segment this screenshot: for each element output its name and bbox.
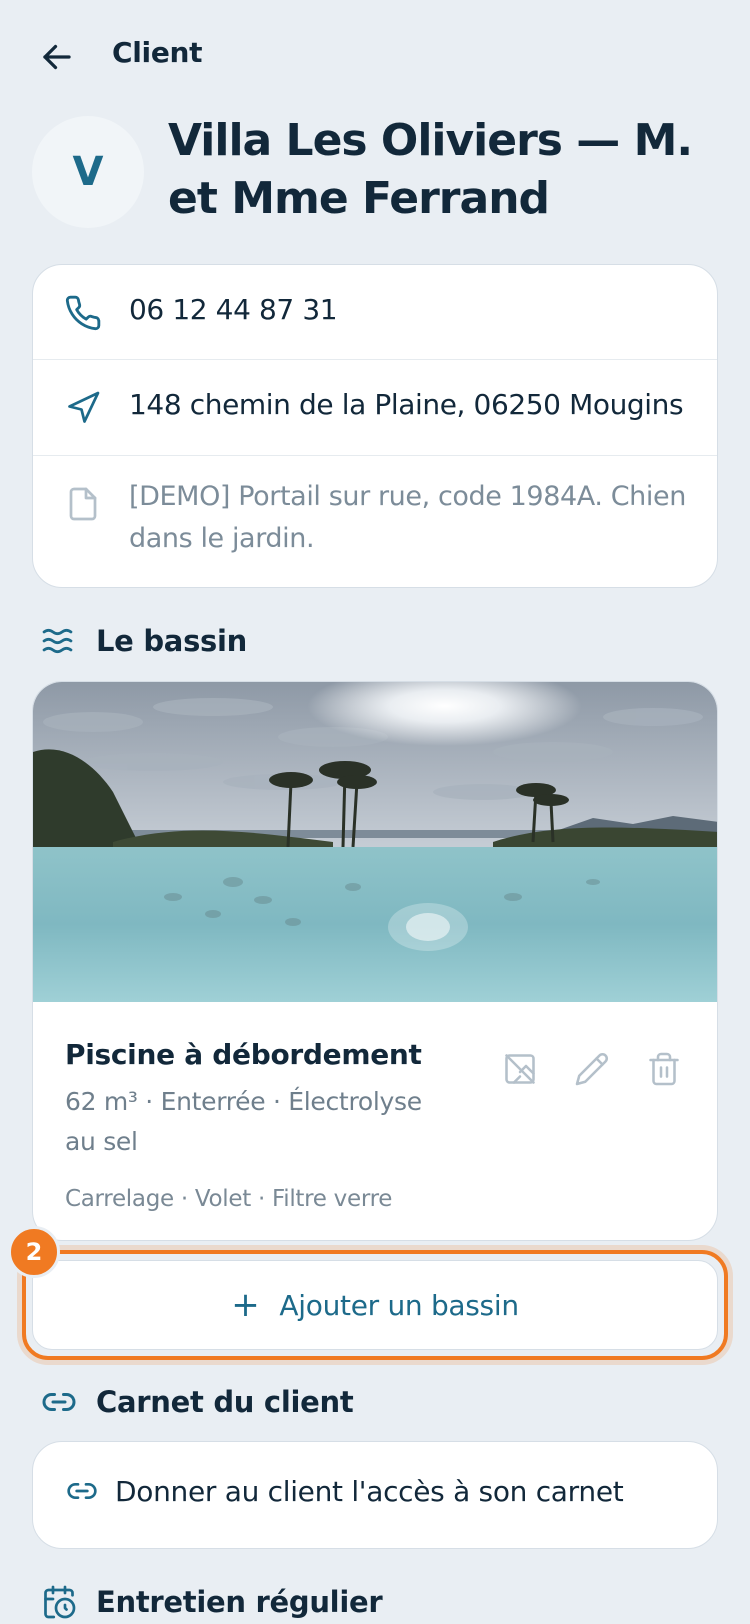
- share-card[interactable]: Donner au client l'accès à son carnet: [32, 1441, 718, 1549]
- section-entretien: Entretien régulier: [40, 1583, 383, 1621]
- note-text: [DEMO] Portail sur rue, code 1984A. Chie…: [129, 481, 686, 554]
- add-pool-button[interactable]: + Ajouter un bassin: [32, 1260, 718, 1350]
- add-pool-label: Ajouter un bassin: [279, 1288, 519, 1322]
- client-name: Villa Les Oliviers — M. et Mme Ferrand: [168, 115, 693, 224]
- plus-icon: +: [231, 1285, 260, 1325]
- remove-photo-icon: [505, 1054, 535, 1084]
- section-bassin: Le bassin: [40, 622, 247, 660]
- link-icon: [40, 1383, 78, 1421]
- pool-specs: 62 m³ · Enterrée · Électrolyse au sel: [65, 1087, 422, 1156]
- address-text: 148 chemin de la Plaine, 06250 Mougins: [129, 388, 684, 421]
- pool-name: Piscine à débordement: [65, 1038, 422, 1071]
- edit-pool-button[interactable]: [573, 1050, 611, 1088]
- section-carnet-label: Carnet du client: [96, 1385, 354, 1419]
- back-button[interactable]: [32, 32, 82, 82]
- navigation-icon: [63, 388, 103, 428]
- calendar-clock-icon: [40, 1583, 78, 1621]
- client-header: V Villa Les Oliviers — M. et Mme Ferrand: [32, 112, 722, 252]
- delete-pool-button[interactable]: [645, 1050, 683, 1088]
- trash-icon: [649, 1052, 679, 1086]
- file-icon: [63, 484, 103, 524]
- client-info-card: 06 12 44 87 31 148 chemin de la Plaine, …: [32, 264, 718, 588]
- phone-number: 06 12 44 87 31: [129, 293, 338, 326]
- pool-options: Carrelage · Volet · Filtre verre: [65, 1186, 393, 1212]
- share-access-row[interactable]: Donner au client l'accès à son carnet: [65, 1474, 624, 1508]
- phone-icon: [63, 293, 103, 333]
- share-access-label: Donner au client l'accès à son carnet: [115, 1474, 624, 1508]
- page-title: Client: [112, 36, 203, 69]
- address-row[interactable]: 148 chemin de la Plaine, 06250 Mougins: [33, 360, 717, 456]
- avatar: V: [32, 116, 144, 228]
- section-bassin-label: Le bassin: [96, 624, 247, 658]
- section-carnet: Carnet du client: [40, 1383, 354, 1421]
- link-icon: [65, 1474, 99, 1508]
- waves-icon: [40, 622, 78, 660]
- pool-photo: [33, 682, 717, 1002]
- top-bar: Client: [0, 0, 750, 112]
- section-entretien-label: Entretien régulier: [96, 1585, 383, 1619]
- pool-info: Piscine à débordement 62 m³ · Enterrée ·…: [33, 1002, 717, 1240]
- phone-row[interactable]: 06 12 44 87 31: [33, 265, 717, 360]
- step-badge: 2: [8, 1226, 60, 1278]
- pencil-icon: [575, 1053, 608, 1086]
- add-pool-highlight: + Ajouter un bassin: [22, 1250, 728, 1360]
- pool-card: Piscine à débordement 62 m³ · Enterrée ·…: [32, 681, 718, 1241]
- note-row: [DEMO] Portail sur rue, code 1984A. Chie…: [33, 456, 717, 588]
- remove-photo-button[interactable]: [501, 1050, 539, 1088]
- pool-actions: [501, 1050, 683, 1088]
- arrow-left-icon: [43, 44, 71, 70]
